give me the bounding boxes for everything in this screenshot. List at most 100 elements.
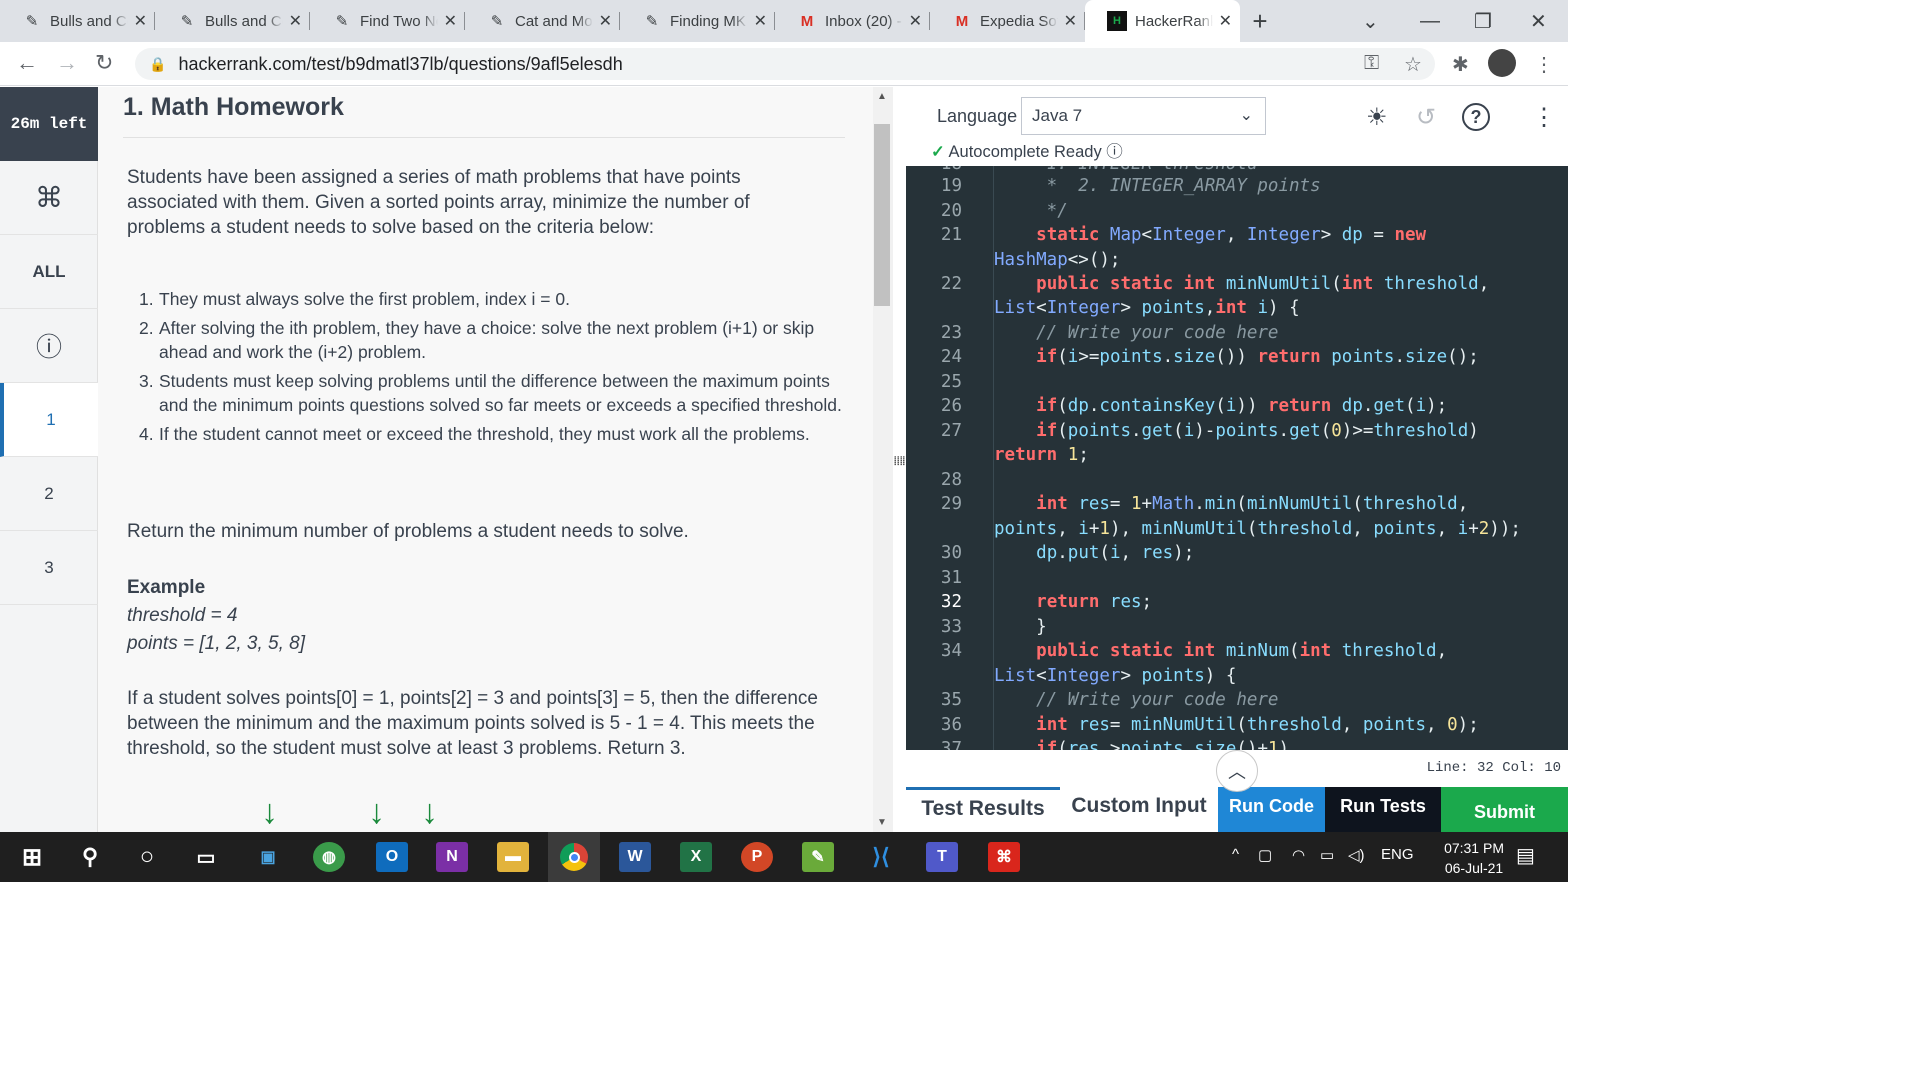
outlook-icon[interactable]: O: [376, 842, 408, 872]
example-explanation: If a student solves points[0] = 1, point…: [127, 688, 818, 759]
chevron-up-icon[interactable]: ︿: [1216, 750, 1258, 792]
browser-tab[interactable]: ✎ Finding MK ✕: [620, 0, 775, 42]
browser-tab[interactable]: M Inbox (20) - ✕: [775, 0, 930, 42]
browser-tab[interactable]: ✎Bulls and Cows✕: [155, 0, 310, 42]
check-icon: ✓: [931, 143, 945, 161]
notification-icon[interactable]: ▤: [1516, 843, 1535, 868]
menu-icon[interactable]: ⋮: [1534, 52, 1554, 77]
scroll-up-icon[interactable]: ▲: [877, 91, 887, 102]
rules-list: 1. They must always solve the first probl…: [127, 287, 847, 451]
teams-icon[interactable]: T: [926, 842, 958, 872]
code-editor[interactable]: 18 1. INTEGER threshold 19 * 2. INTEGER_…: [906, 166, 1568, 750]
powerpoint-icon[interactable]: P: [741, 842, 773, 872]
list-item: 4. If the student cannot meet or exceed t…: [139, 424, 810, 444]
scrollbar-thumb[interactable]: [874, 124, 890, 306]
close-tab-icon[interactable]: ✕: [444, 11, 457, 31]
info-icon[interactable]: ⓘ: [0, 309, 98, 383]
info-icon[interactable]: ⓘ: [1106, 143, 1123, 161]
file-explorer-icon[interactable]: ▬: [497, 842, 529, 872]
restore-icon[interactable]: ❐: [1474, 0, 1492, 42]
help-icon[interactable]: ?: [1462, 103, 1490, 131]
forward-icon[interactable]: →: [56, 50, 78, 76]
windows-start-icon[interactable]: ⊞: [16, 842, 48, 872]
language-select[interactable]: Java 7 ⌄: [1021, 97, 1266, 135]
monitor-icon[interactable]: ▢: [1258, 846, 1272, 864]
hackerrank-icon: H: [1107, 11, 1127, 31]
title-divider: [123, 137, 845, 138]
language-label: Language: [937, 106, 1018, 126]
list-item: 1. They must always solve the first probl…: [139, 289, 570, 309]
pc-icon[interactable]: ▣: [252, 842, 284, 872]
editor-status-bar: ︿ Line: 32 Col: 10: [906, 750, 1568, 792]
new-tab-button[interactable]: +: [1240, 0, 1280, 42]
example-heading: Example: [127, 577, 206, 598]
globe-icon[interactable]: ◍: [313, 842, 345, 872]
browser-tab[interactable]: M Expedia Soft ✕: [930, 0, 1085, 42]
task-view-icon[interactable]: ▭: [190, 842, 222, 872]
run-code-button[interactable]: Run Code: [1218, 787, 1325, 832]
gmail-icon: M: [800, 12, 814, 30]
key-icon[interactable]: ⚿: [1364, 52, 1379, 75]
scroll-down-icon[interactable]: ▼: [877, 817, 887, 828]
cortana-icon[interactable]: ○: [131, 842, 163, 872]
close-tab-icon[interactable]: ✕: [1064, 11, 1077, 31]
browser-tab-bar: ✎Bulls and Cows✕ ✎Bulls and Cows✕ ✎Find …: [0, 0, 1568, 42]
close-tab-icon[interactable]: ✕: [754, 11, 767, 31]
close-tab-icon[interactable]: ✕: [289, 11, 302, 31]
question-scrollbar[interactable]: ▲ ▼: [873, 87, 893, 832]
excel-icon[interactable]: X: [680, 842, 712, 872]
onenote-icon[interactable]: N: [436, 842, 468, 872]
tab-search-icon[interactable]: ⌄: [1362, 0, 1379, 42]
gmail-icon: M: [955, 12, 969, 30]
more-icon[interactable]: ⋮: [1532, 103, 1556, 132]
sidebar-item-all[interactable]: ALL: [0, 235, 98, 309]
avatar[interactable]: [1488, 49, 1516, 77]
extensions-icon[interactable]: ✱: [1452, 52, 1469, 77]
chevron-down-icon: ⌄: [1239, 107, 1253, 124]
wifi-icon[interactable]: ◠: [1292, 846, 1305, 864]
shortcuts-icon[interactable]: ⌘: [0, 161, 98, 235]
sidebar-item-question-3[interactable]: 3: [0, 531, 98, 605]
minimize-icon[interactable]: —: [1420, 0, 1440, 42]
action-bar: Test Results Custom Input Run Code Run T…: [906, 787, 1568, 832]
volume-icon[interactable]: ◁): [1348, 846, 1365, 864]
browser-tab[interactable]: ✎Find Two Non✕: [310, 0, 465, 42]
word-icon[interactable]: W: [619, 842, 651, 872]
test-results-tab[interactable]: Test Results: [906, 787, 1060, 832]
custom-input-tab[interactable]: Custom Input: [1060, 787, 1218, 832]
url-bar[interactable]: 🔒 hackerrank.com/test/b9dmatl37lb/questi…: [135, 48, 1435, 80]
question-title: 1. Math Homework: [123, 93, 344, 121]
search-icon[interactable]: ⚲: [74, 842, 106, 872]
cursor-position: Line: 32 Col: 10: [1426, 760, 1561, 776]
back-icon[interactable]: ←: [16, 50, 38, 76]
sidebar-item-question-1[interactable]: 1: [0, 383, 98, 457]
reload-icon[interactable]: ↻: [95, 50, 113, 76]
acrobat-icon[interactable]: ⌘: [988, 842, 1020, 872]
battery-icon[interactable]: ▭: [1320, 846, 1334, 864]
browser-tab[interactable]: ✎Cat and Mouse✕: [465, 0, 620, 42]
panel-resize-handle[interactable]: ⁞⁞⁞⁞⁞: [892, 87, 908, 832]
sidebar-item-question-2[interactable]: 2: [0, 457, 98, 531]
url-text: hackerrank.com/test/b9dmatl37lb/question…: [178, 53, 623, 74]
run-tests-button[interactable]: Run Tests: [1325, 787, 1441, 832]
submit-button[interactable]: Submit: [1441, 787, 1568, 832]
system-clock[interactable]: 07:31 PM 06-Jul-21: [1444, 838, 1504, 878]
star-icon[interactable]: ☆: [1404, 52, 1422, 77]
browser-tab[interactable]: ✎Bulls and Cows✕: [0, 0, 155, 42]
chrome-icon[interactable]: [548, 832, 600, 882]
question-sidebar: 26m left ⌘ ALL ⓘ 1 2 3: [0, 87, 98, 832]
browser-tab-active[interactable]: H HackerRank ✕: [1085, 0, 1240, 42]
history-icon[interactable]: ↺: [1416, 103, 1436, 132]
address-bar-row: ← → ↻ 🔒 hackerrank.com/test/b9dmatl37lb/…: [0, 42, 1568, 86]
close-window-icon[interactable]: ✕: [1530, 0, 1547, 42]
paint-icon[interactable]: ✎: [802, 842, 834, 872]
close-tab-icon[interactable]: ✕: [134, 11, 147, 31]
input-language[interactable]: ENG: [1381, 846, 1414, 863]
close-tab-icon[interactable]: ✕: [599, 11, 612, 31]
vscode-icon[interactable]: ⟩⟨: [865, 842, 897, 872]
theme-icon[interactable]: ☀: [1366, 103, 1388, 132]
close-tab-icon[interactable]: ✕: [909, 11, 922, 31]
chevron-up-icon[interactable]: ^: [1232, 846, 1239, 863]
close-tab-icon[interactable]: ✕: [1219, 11, 1232, 31]
down-arrow-icon: ↓: [261, 793, 278, 831]
